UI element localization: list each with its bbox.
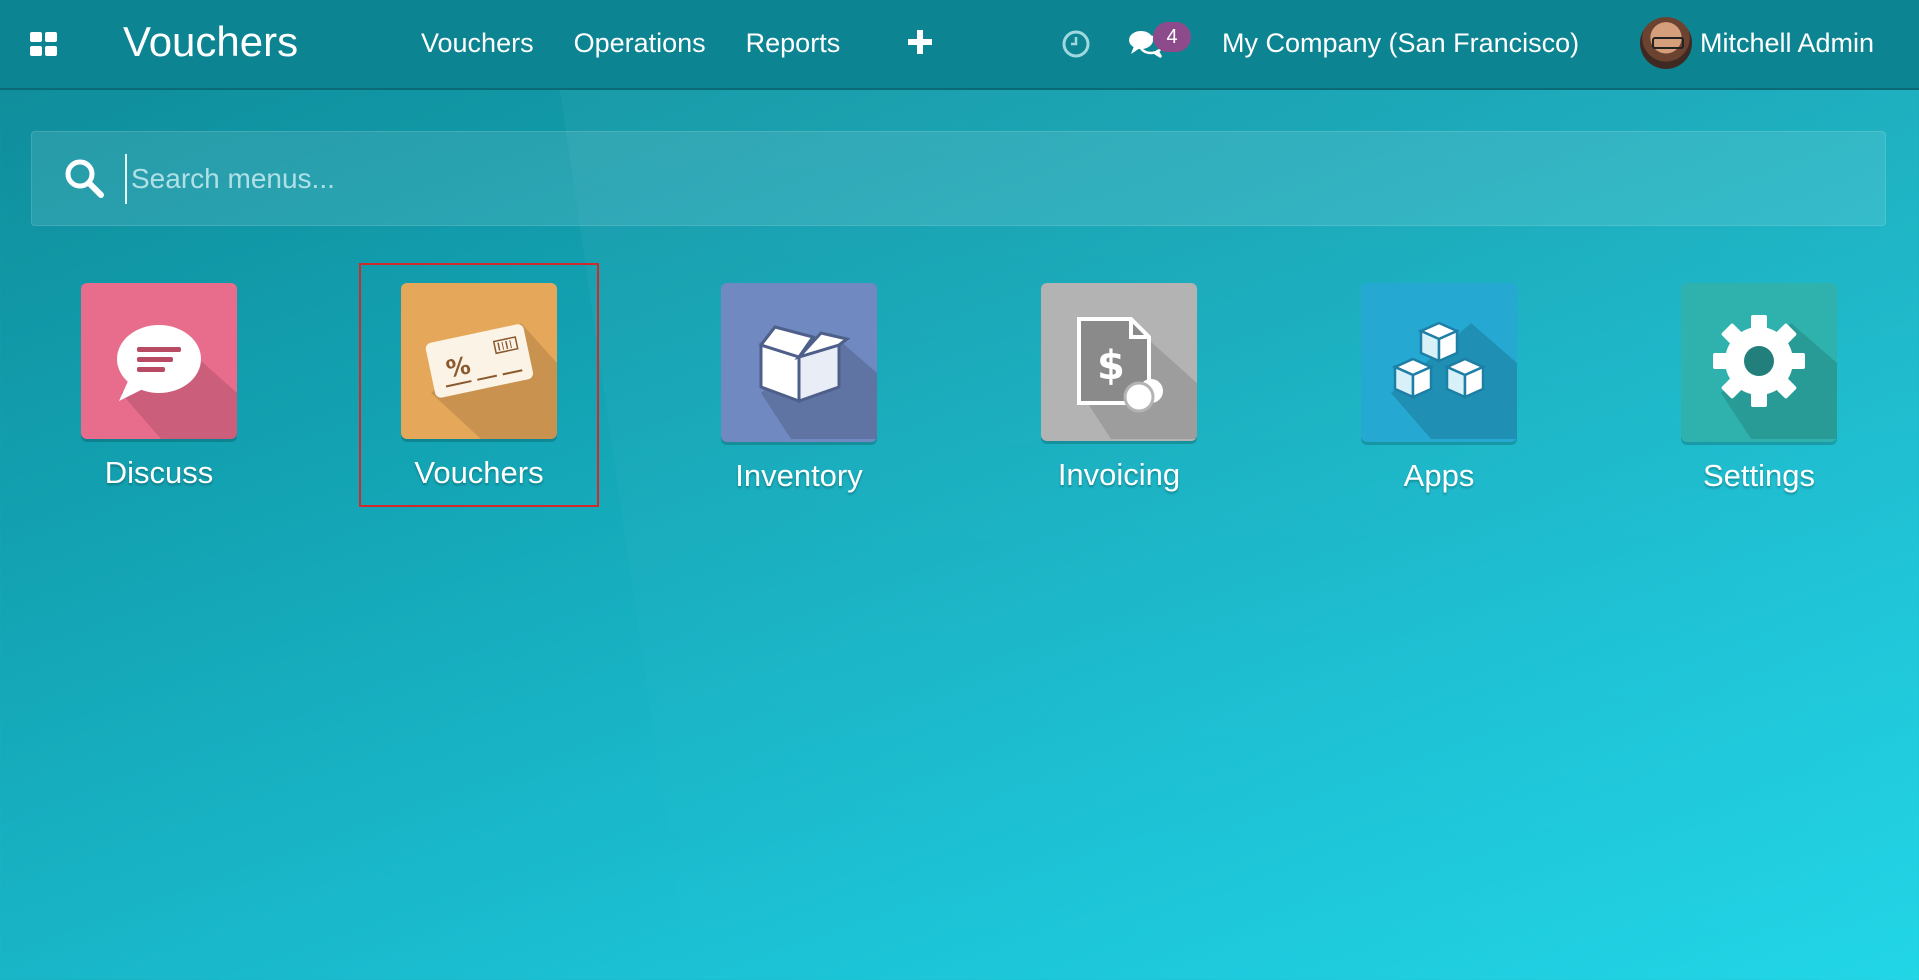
search-input[interactable] [125, 154, 1825, 204]
vouchers-tile: % [401, 283, 557, 439]
menu-item-vouchers[interactable]: Vouchers [421, 28, 534, 59]
cubes-icon [1391, 321, 1517, 439]
app-label: Discuss [104, 455, 214, 490]
app-brand[interactable]: Vouchers [123, 18, 298, 66]
discuss-tile [81, 283, 237, 439]
inventory-tile [721, 283, 877, 442]
app-label: Invoicing [1057, 457, 1181, 492]
app-label: Vouchers [414, 455, 544, 490]
svg-text:$: $ [1097, 343, 1125, 389]
app-invoicing[interactable]: $ Invoicing [999, 283, 1239, 523]
app-discuss[interactable]: Discuss [39, 283, 279, 523]
gear-icon [1713, 315, 1837, 439]
app-apps[interactable]: Apps [1319, 283, 1559, 523]
voucher-card-icon: % [425, 323, 557, 439]
search-bar [31, 131, 1886, 226]
messages-badge: 4 [1153, 22, 1191, 52]
search-icon [65, 159, 104, 198]
user-menu[interactable]: Mitchell Admin [1700, 28, 1874, 59]
app-vouchers[interactable]: % Vouchers [359, 263, 599, 507]
app-settings[interactable]: Settings [1639, 283, 1879, 523]
app-label: Settings [1702, 458, 1815, 493]
company-switcher[interactable]: My Company (San Francisco) [1222, 28, 1579, 59]
top-navbar: Vouchers Vouchers Operations Reports 4 M… [0, 0, 1919, 90]
app-label: Apps [1403, 458, 1475, 493]
app-inventory[interactable]: Inventory [679, 283, 919, 523]
plus-icon[interactable] [907, 29, 933, 55]
app-label: Inventory [735, 458, 863, 493]
menu-item-operations[interactable]: Operations [574, 28, 706, 59]
chat-bubble-icon [117, 325, 237, 439]
settings-tile [1681, 283, 1837, 442]
main-menu: Vouchers Operations Reports [421, 28, 840, 59]
box-icon [758, 325, 877, 439]
apps-tile [1361, 283, 1517, 442]
apps-menu-icon[interactable] [30, 32, 58, 56]
invoicing-tile: $ [1041, 283, 1197, 441]
clock-icon[interactable] [1061, 29, 1091, 59]
menu-item-reports[interactable]: Reports [746, 28, 841, 59]
avatar[interactable] [1640, 17, 1692, 69]
invoice-dollar-icon: $ [1077, 317, 1197, 439]
